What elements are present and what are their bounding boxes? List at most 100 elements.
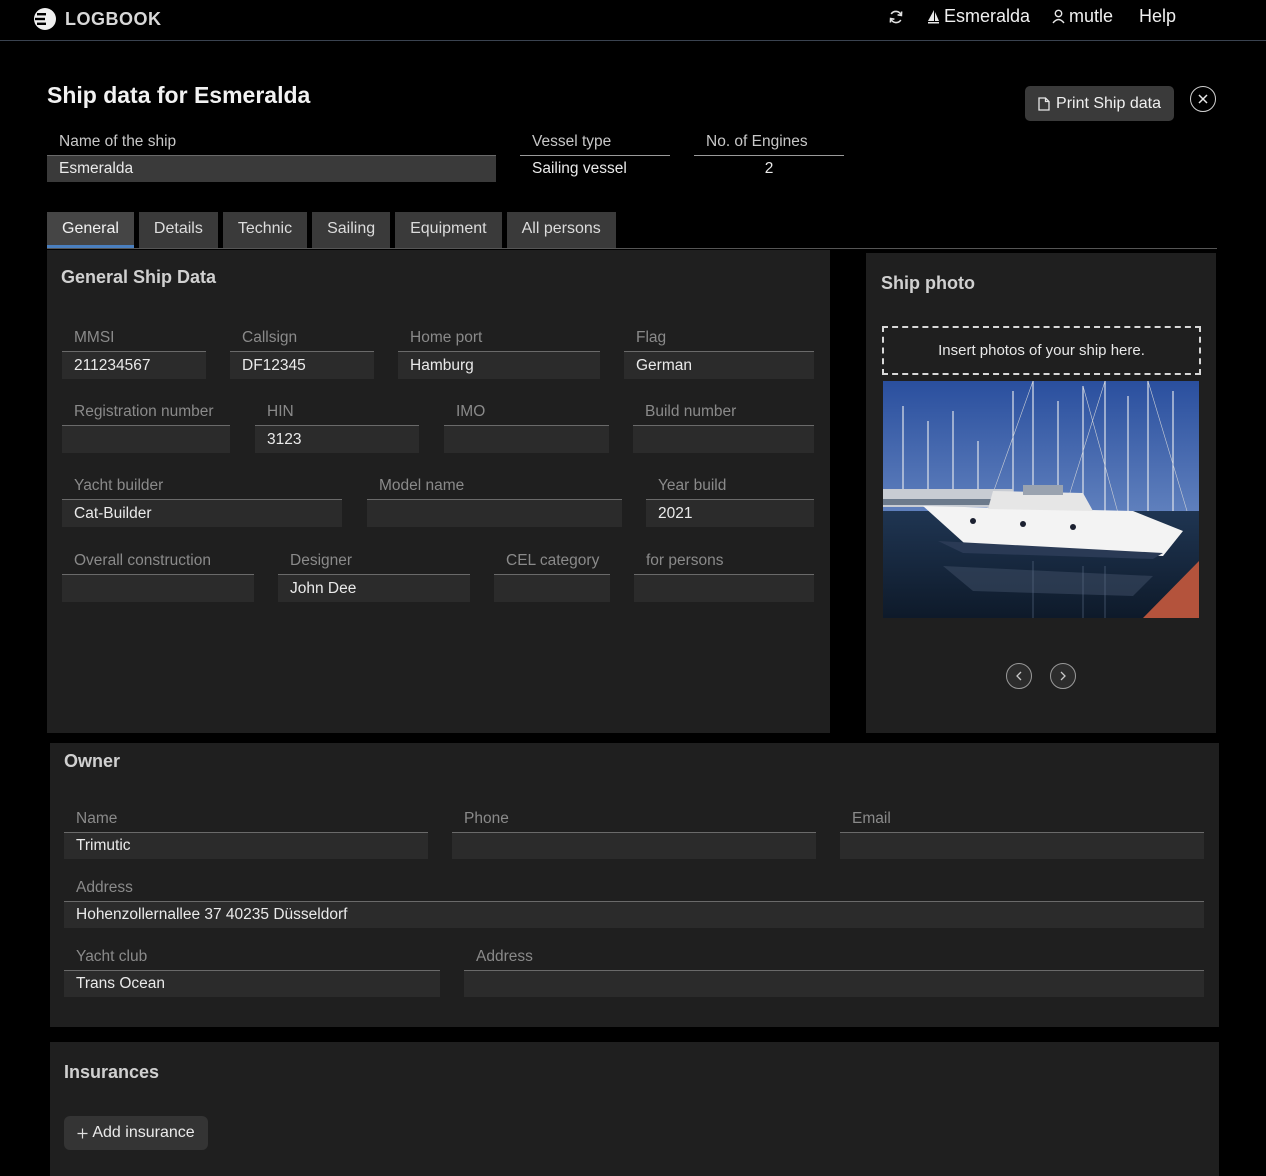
owner-phone-input[interactable] <box>452 832 816 859</box>
engines-input[interactable]: 2 <box>694 155 844 182</box>
for-persons-input[interactable] <box>634 574 814 602</box>
tab-details[interactable]: Details <box>138 212 218 248</box>
owner-phone-field[interactable]: Phone <box>452 808 816 859</box>
owner-email-label: Email <box>852 810 891 827</box>
mmsi-label: MMSI <box>74 329 115 346</box>
brand-name: LOGBOOK <box>65 8 162 29</box>
model-name-input[interactable] <box>367 499 622 527</box>
overall-construction-input[interactable] <box>62 574 254 602</box>
cel-category-field[interactable]: CEL category <box>494 550 610 602</box>
tab-technic[interactable]: Technic <box>222 212 308 248</box>
build-number-field[interactable]: Build number <box>633 401 814 453</box>
yacht-builder-field[interactable]: Yacht builder Cat-Builder <box>62 475 342 527</box>
owner-name-field[interactable]: Name Trimutic <box>64 808 428 859</box>
photo-next-button[interactable] <box>1050 663 1076 689</box>
home-port-input[interactable]: Hamburg <box>398 351 600 379</box>
tab-divider <box>47 248 1217 249</box>
plus-icon <box>77 1128 88 1138</box>
owner-title: Owner <box>64 751 121 771</box>
topnav-user-label: mutle <box>1069 6 1114 26</box>
cel-category-input[interactable] <box>494 574 610 602</box>
topnav-ship[interactable]: Esmeralda <box>927 6 1030 27</box>
imo-field[interactable]: IMO <box>444 401 609 453</box>
imo-input[interactable] <box>444 425 609 453</box>
callsign-field[interactable]: Callsign DF12345 <box>230 327 374 379</box>
year-build-label: Year build <box>658 477 727 494</box>
mmsi-field[interactable]: MMSI 211234567 <box>62 327 206 379</box>
owner-email-input[interactable] <box>840 832 1204 859</box>
yacht-club-field[interactable]: Yacht club Trans Ocean <box>64 946 440 997</box>
tab-general[interactable]: General <box>47 212 134 248</box>
registration-number-field[interactable]: Registration number <box>62 401 230 453</box>
document-icon <box>1038 96 1050 111</box>
owner-phone-label: Phone <box>464 810 509 827</box>
chevron-left-icon <box>1016 671 1022 681</box>
top-bar: LOGBOOK Esmeralda mutle Help <box>0 0 1266 41</box>
hin-field[interactable]: HIN 3123 <box>255 401 419 453</box>
vessel-type-select[interactable]: Sailing vessel <box>520 155 670 182</box>
print-ship-data-label: Print Ship data <box>1056 94 1161 112</box>
flag-field[interactable]: Flag German <box>624 327 814 379</box>
mmsi-input[interactable]: 211234567 <box>62 351 206 379</box>
sailboat-icon <box>928 10 939 24</box>
model-name-field[interactable]: Model name <box>367 475 622 527</box>
topnav-help-label: Help <box>1139 6 1177 26</box>
topnav-help[interactable]: Help <box>1139 6 1176 27</box>
add-insurance-label: Add insurance <box>92 1124 195 1141</box>
yacht-club-input[interactable]: Trans Ocean <box>64 970 440 997</box>
add-insurance-button[interactable]: Add insurance <box>64 1116 208 1150</box>
year-build-field[interactable]: Year build 2021 <box>646 475 814 527</box>
home-port-label: Home port <box>410 329 483 346</box>
for-persons-label: for persons <box>646 552 724 569</box>
topnav-ship-label: Esmeralda <box>944 6 1031 26</box>
owner-email-field[interactable]: Email <box>840 808 1204 859</box>
owner-address-input[interactable]: Hohenzollernallee 37 40235 Düsseldorf <box>64 901 1204 928</box>
club-address-field[interactable]: Address <box>464 946 1204 997</box>
ship-photo <box>883 381 1199 618</box>
imo-label: IMO <box>456 403 486 420</box>
tab-sailing[interactable]: Sailing <box>312 212 391 248</box>
tab-all-persons[interactable]: All persons <box>506 212 616 248</box>
owner-address-field[interactable]: Address Hohenzollernallee 37 40235 Düsse… <box>64 877 1204 928</box>
owner-name-input[interactable]: Trimutic <box>64 832 428 859</box>
ship-name-field[interactable]: Name of the ship Esmeralda <box>47 130 496 182</box>
build-number-input[interactable] <box>633 425 814 453</box>
overall-construction-field[interactable]: Overall construction <box>62 550 254 602</box>
close-icon <box>1198 94 1208 104</box>
yacht-club-label: Yacht club <box>76 948 148 965</box>
general-panel-title: General Ship Data <box>61 267 217 287</box>
user-icon <box>1052 9 1065 24</box>
for-persons-field[interactable]: for persons <box>634 550 814 602</box>
owner-name-label: Name <box>76 810 118 827</box>
vessel-type-field[interactable]: Vessel type Sailing vessel <box>520 130 670 182</box>
owner-address-label: Address <box>76 879 133 896</box>
photo-prev-button[interactable] <box>1006 663 1032 689</box>
yacht-builder-input[interactable]: Cat-Builder <box>62 499 342 527</box>
insurances-panel <box>50 1042 1219 1176</box>
registration-number-label: Registration number <box>74 403 214 420</box>
logbook-logo-icon <box>34 8 56 30</box>
brand[interactable]: LOGBOOK <box>33 7 162 31</box>
photo-dropzone-text: Insert photos of your ship here. <box>938 342 1145 359</box>
photo-dropzone[interactable]: Insert photos of your ship here. <box>882 326 1201 375</box>
engines-field[interactable]: No. of Engines 2 <box>694 130 844 182</box>
flag-label: Flag <box>636 329 667 346</box>
year-build-input[interactable]: 2021 <box>646 499 814 527</box>
ship-name-input[interactable]: Esmeralda <box>47 155 496 182</box>
overall-construction-label: Overall construction <box>74 552 211 569</box>
registration-number-input[interactable] <box>62 425 230 453</box>
designer-input[interactable]: John Dee <box>278 574 470 602</box>
print-ship-data-button[interactable]: Print Ship data <box>1025 86 1174 121</box>
topnav-user[interactable]: mutle <box>1052 6 1113 27</box>
club-address-input[interactable] <box>464 970 1204 997</box>
designer-field[interactable]: Designer John Dee <box>278 550 470 602</box>
home-port-field[interactable]: Home port Hamburg <box>398 327 600 379</box>
chevron-right-icon <box>1060 671 1066 681</box>
callsign-input[interactable]: DF12345 <box>230 351 374 379</box>
cel-category-label: CEL category <box>506 552 600 569</box>
tab-equipment[interactable]: Equipment <box>395 212 502 248</box>
flag-input[interactable]: German <box>624 351 814 379</box>
hin-input[interactable]: 3123 <box>255 425 419 453</box>
refresh-icon[interactable] <box>888 9 904 25</box>
close-button[interactable] <box>1190 86 1216 112</box>
